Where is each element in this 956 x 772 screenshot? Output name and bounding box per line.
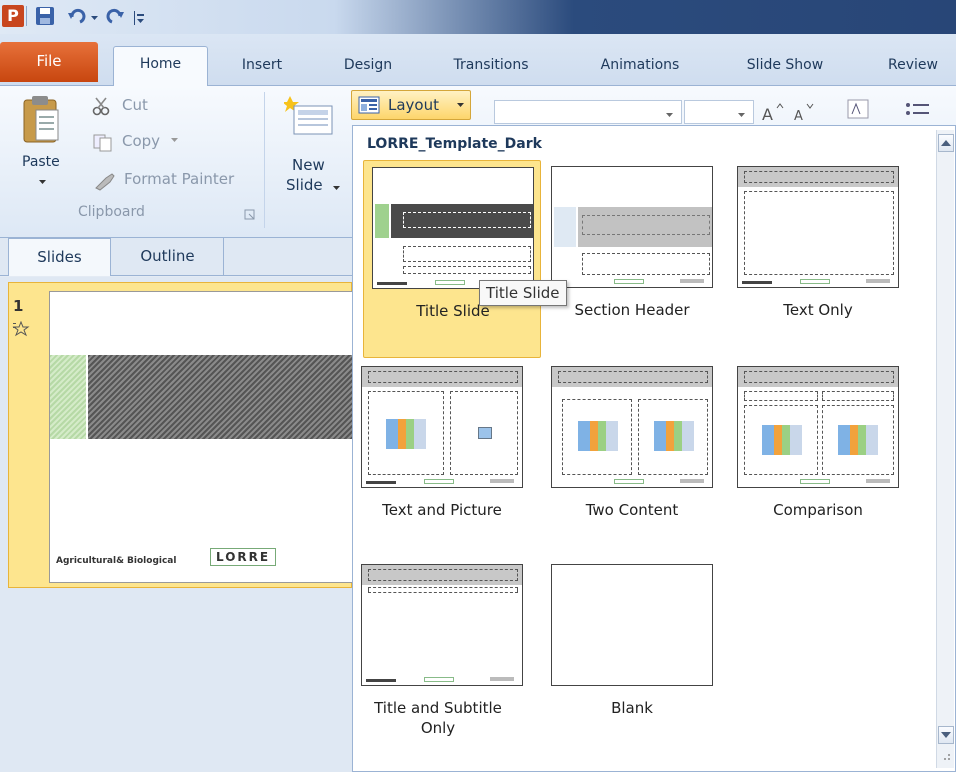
new-slide-label-2: Slide bbox=[286, 176, 323, 194]
paintbrush-icon bbox=[92, 170, 118, 196]
tab-transitions[interactable]: Transitions bbox=[434, 48, 548, 86]
paste-label: Paste bbox=[22, 154, 60, 170]
animation-star-icon bbox=[12, 320, 30, 341]
tab-file[interactable]: File bbox=[0, 42, 98, 82]
svg-text:A: A bbox=[794, 109, 803, 124]
layout-preview bbox=[737, 166, 899, 288]
clear-formatting-icon[interactable] bbox=[846, 98, 872, 128]
layout-preview bbox=[551, 166, 713, 288]
scroll-up-button[interactable] bbox=[938, 134, 954, 152]
picture-icon bbox=[478, 427, 492, 439]
layout-preview bbox=[361, 366, 523, 488]
ribbon-tab-row: File Home Insert Design Transitions Anim… bbox=[0, 34, 956, 88]
cut-button[interactable]: Cut bbox=[92, 94, 172, 118]
tab-slides[interactable]: Slides bbox=[8, 238, 111, 276]
layout-preview bbox=[551, 366, 713, 488]
redo-icon[interactable] bbox=[104, 5, 126, 27]
slide-number: 1 bbox=[13, 297, 24, 315]
layout-text-and-picture[interactable]: Text and Picture bbox=[353, 360, 531, 558]
new-slide-button[interactable]: New Slide bbox=[272, 92, 348, 202]
undo-icon[interactable] bbox=[66, 5, 88, 27]
gallery-scrollbar[interactable] bbox=[936, 130, 954, 768]
font-size-box[interactable] bbox=[684, 100, 754, 124]
clipboard-group-label: Clipboard bbox=[78, 204, 145, 220]
shrink-font-icon[interactable]: A bbox=[792, 100, 820, 128]
layout-button[interactable]: Layout bbox=[351, 90, 471, 120]
grow-font-icon[interactable]: A bbox=[760, 100, 788, 128]
tab-animations[interactable]: Animations bbox=[580, 48, 700, 86]
layout-title-and-subtitle-only[interactable]: Title and Subtitle Only bbox=[353, 558, 531, 756]
undo-dropdown-icon[interactable] bbox=[90, 5, 100, 27]
layout-name: Comparison bbox=[773, 501, 863, 519]
new-slide-label-1: New bbox=[292, 156, 325, 174]
bullets-icon[interactable] bbox=[904, 100, 934, 126]
tab-home[interactable]: Home bbox=[113, 46, 208, 88]
slide-thumbnail-selection[interactable]: 1 Agricultural& Biological LORRE bbox=[8, 282, 354, 588]
new-slide-icon bbox=[282, 94, 334, 140]
font-name-box[interactable] bbox=[494, 100, 682, 124]
layout-blank[interactable]: Blank bbox=[543, 558, 721, 756]
layout-name: Two Content bbox=[585, 501, 679, 519]
format-painter-label: Format Painter bbox=[124, 170, 235, 188]
copy-button[interactable]: Copy bbox=[92, 130, 212, 154]
layout-preview bbox=[372, 167, 534, 289]
powerpoint-logo-icon[interactable]: P bbox=[2, 5, 24, 27]
tab-review[interactable]: Review bbox=[882, 48, 956, 86]
font-name-dropdown-icon[interactable] bbox=[665, 109, 675, 124]
gallery-title: LORRE_Template_Dark bbox=[367, 136, 542, 152]
font-size-dropdown-icon[interactable] bbox=[737, 109, 747, 124]
customize-toolbar-icon[interactable] bbox=[132, 5, 146, 27]
paste-icon bbox=[22, 94, 62, 150]
content-icons bbox=[386, 419, 426, 449]
tab-outline[interactable]: Outline bbox=[112, 238, 224, 276]
layout-name: Section Header bbox=[574, 301, 690, 319]
slides-pane: 1 Agricultural& Biological LORRE bbox=[0, 277, 354, 772]
layout-label: Layout bbox=[388, 96, 439, 114]
thumbnail-footer-text: Agricultural& Biological bbox=[56, 556, 177, 566]
layout-comparison[interactable]: Comparison bbox=[729, 360, 907, 558]
svg-text:A: A bbox=[762, 105, 773, 124]
save-icon[interactable] bbox=[34, 5, 56, 27]
slide-thumbnail[interactable]: Agricultural& Biological LORRE bbox=[49, 291, 354, 583]
copy-icon bbox=[92, 132, 114, 156]
dialog-launcher-icon[interactable] bbox=[244, 209, 256, 225]
layout-name: Text Only bbox=[783, 301, 853, 319]
layout-dropdown-icon bbox=[456, 99, 466, 114]
scroll-down-button[interactable] bbox=[938, 726, 954, 744]
paste-dropdown-icon[interactable] bbox=[38, 176, 48, 191]
thumbnail-green-block bbox=[50, 355, 86, 439]
copy-dropdown-icon[interactable] bbox=[170, 134, 180, 149]
pane-tabs: Slides Outline bbox=[0, 238, 352, 276]
scissors-icon bbox=[92, 96, 112, 120]
layout-preview bbox=[737, 366, 899, 488]
tab-design[interactable]: Design bbox=[326, 48, 410, 86]
layout-name: Blank bbox=[611, 699, 653, 717]
layout-gallery: LORRE_Template_Dark Title Slide Section … bbox=[352, 125, 956, 772]
layout-text-only[interactable]: Text Only bbox=[729, 160, 907, 358]
quick-access-toolbar: P bbox=[0, 0, 956, 34]
tab-slide-show[interactable]: Slide Show bbox=[730, 48, 840, 86]
layout-title-slide[interactable]: Title Slide bbox=[363, 160, 541, 358]
resize-grip-icon[interactable] bbox=[938, 748, 954, 762]
format-painter-button[interactable]: Format Painter bbox=[92, 168, 262, 192]
cut-label: Cut bbox=[122, 96, 148, 114]
layout-two-content[interactable]: Two Content bbox=[543, 360, 721, 558]
new-slide-dropdown-icon[interactable] bbox=[332, 182, 342, 197]
layout-preview bbox=[361, 564, 523, 686]
layout-section-header[interactable]: Section Header bbox=[543, 160, 721, 358]
layout-tooltip: Title Slide bbox=[479, 280, 567, 306]
layout-icon bbox=[358, 96, 380, 118]
thumbnail-title-bar bbox=[88, 355, 354, 439]
paste-button[interactable]: Paste bbox=[10, 92, 74, 192]
thumbnail-logo: LORRE bbox=[210, 548, 277, 566]
layout-name: Text and Picture bbox=[382, 501, 502, 519]
tab-insert[interactable]: Insert bbox=[222, 48, 302, 86]
layout-name: Title and Subtitle Only bbox=[374, 699, 502, 737]
copy-label: Copy bbox=[122, 132, 161, 150]
layout-preview bbox=[551, 564, 713, 686]
